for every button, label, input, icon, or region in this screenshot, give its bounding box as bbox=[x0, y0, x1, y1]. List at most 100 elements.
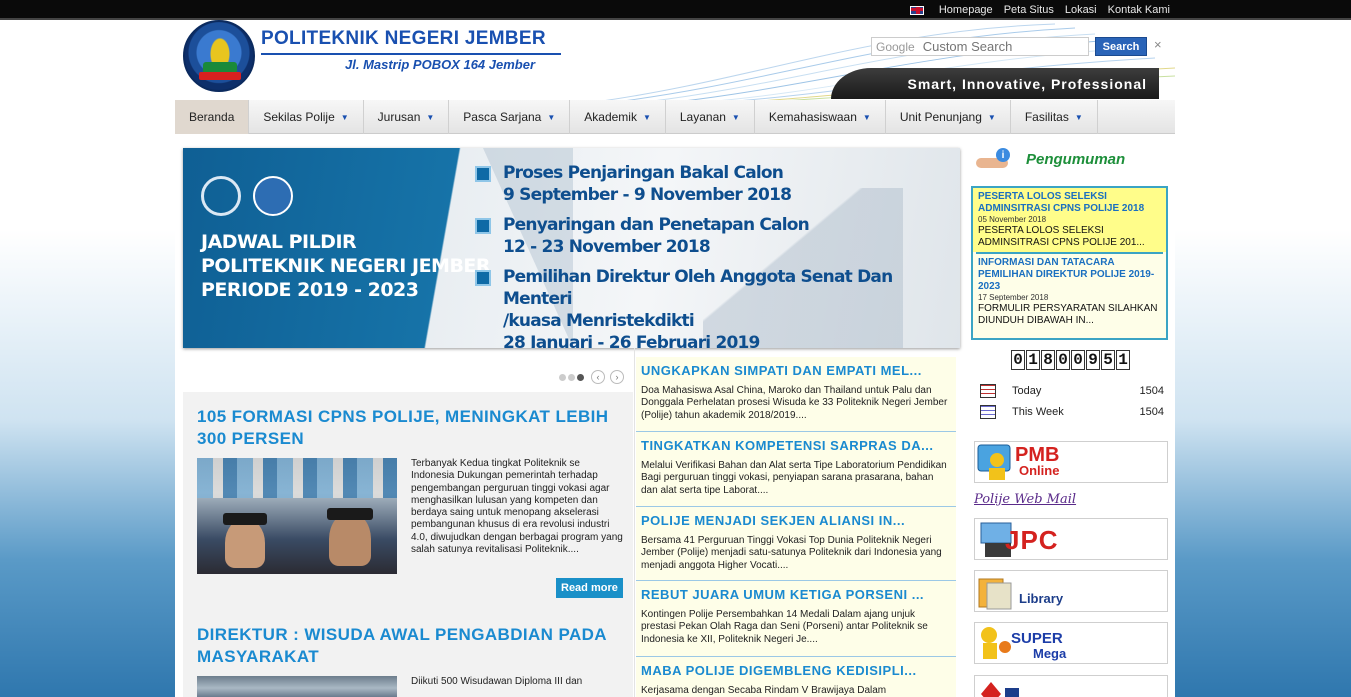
announcement-item-title[interactable]: PESERTA LOLOS SELEKSI ADMINSITRASI CPNS … bbox=[978, 191, 1161, 215]
prev-slide-icon[interactable]: ‹ bbox=[591, 370, 605, 384]
polije-logo-icon[interactable] bbox=[183, 20, 255, 92]
chevron-down-icon: ▼ bbox=[862, 112, 871, 122]
announcement-item-title[interactable]: INFORMASI DAN TATACARA PEMILIHAN DIREKTU… bbox=[978, 257, 1161, 293]
bullet-square-icon bbox=[475, 218, 491, 234]
top-bar: Homepage Peta Situs Lokasi Kontak Kami bbox=[0, 0, 1351, 20]
counter-digit: 5 bbox=[1101, 350, 1115, 370]
article-title[interactable]: 105 FORMASI CPNS POLIJE, MENINGKAT LEBIH… bbox=[197, 406, 633, 450]
main-nav: Beranda Sekilas Polije ▼ Jurusan ▼ Pasca S… bbox=[175, 100, 1175, 134]
location-link[interactable]: Lokasi bbox=[1065, 4, 1097, 16]
google-search-brand: Google bbox=[876, 39, 915, 54]
slider-dot[interactable] bbox=[559, 373, 566, 381]
chevron-down-icon: ▼ bbox=[1074, 112, 1083, 122]
news-excerpt: Bersama 41 Perguruan Tinggi Vokasi Top D… bbox=[641, 535, 942, 571]
bullet-square-icon bbox=[475, 166, 491, 182]
site-name: POLITEKNIK NEGERI JEMBER bbox=[261, 28, 546, 49]
announcement-title: Pengumuman bbox=[1026, 150, 1126, 168]
announcement-item-date: 05 November 2018 bbox=[978, 215, 1047, 224]
nav-label: Fasilitas bbox=[1024, 110, 1069, 124]
super-subtitle: Mega bbox=[1033, 646, 1067, 661]
top-links: Homepage Peta Situs Lokasi Kontak Kami bbox=[909, 4, 1170, 16]
article-excerpt: Diikuti 500 Wisudawan Diploma III dan bbox=[411, 676, 583, 687]
hero-slider[interactable]: JADWAL PILDIR POLITEKNIK NEGERI JEMBER P… bbox=[183, 148, 960, 348]
nav-item-sekilas-polije[interactable]: Sekilas Polije ▼ bbox=[249, 100, 364, 134]
nav-item-jurusan[interactable]: Jurusan ▼ bbox=[364, 100, 450, 134]
announcement-header: i Pengumuman bbox=[976, 148, 1125, 170]
nav-item-beranda[interactable]: Beranda bbox=[175, 100, 250, 134]
super-mega-text: SUPER Mega bbox=[1011, 631, 1066, 661]
nav-label: Jurusan bbox=[377, 110, 421, 124]
counter-digit: 1 bbox=[1026, 350, 1040, 370]
nav-label: Akademik bbox=[584, 110, 637, 124]
nav-label: Layanan bbox=[679, 110, 726, 124]
slider-logos bbox=[201, 176, 293, 216]
news-title[interactable]: TINGKATKAN KOMPETENSI SARPRAS DA... bbox=[641, 437, 950, 454]
nav-label: Unit Penunjang bbox=[899, 110, 982, 124]
featured-article: DIREKTUR : WISUDA AWAL PENGABDIAN PADA M… bbox=[197, 624, 633, 697]
counter-digit: 8 bbox=[1041, 350, 1055, 370]
news-excerpt: Doa Mahasiswa Asal China, Maroko dan Tha… bbox=[641, 385, 948, 421]
news-title[interactable]: UNGKAPKAN SIMPATI DAN EMPATI MEL... bbox=[641, 362, 950, 379]
english-flag-icon[interactable] bbox=[909, 5, 924, 15]
super-mega-banner[interactable]: SUPER Mega bbox=[974, 622, 1168, 664]
tagline: Smart, Innovative, Professional bbox=[831, 68, 1159, 99]
lpse-banner[interactable] bbox=[974, 675, 1168, 697]
news-title[interactable]: MABA POLIJE DIGEMBLENG KEDISIPLI... bbox=[641, 662, 950, 679]
chevron-down-icon: ▼ bbox=[340, 112, 349, 122]
main-container: JADWAL PILDIR POLITEKNIK NEGERI JEMBER P… bbox=[175, 134, 1175, 697]
pmb-online-banner[interactable]: PMB Online bbox=[974, 441, 1168, 483]
next-slide-icon[interactable]: › bbox=[610, 370, 624, 384]
search-button[interactable]: Search bbox=[1095, 37, 1147, 56]
homepage-link[interactable]: Homepage bbox=[939, 4, 993, 16]
announcement-item: PESERTA LOLOS SELEKSI ADMINSITRASI CPNS … bbox=[973, 188, 1166, 252]
announcement-item-date: 17 September 2018 bbox=[978, 293, 1049, 302]
photo-crowd-shape bbox=[197, 458, 397, 498]
news-title[interactable]: REBUT JUARA UMUM KETIGA PORSENI ... bbox=[641, 586, 950, 603]
slider-controls: ‹ › bbox=[559, 370, 624, 384]
announcement-item-text: FORMULIR PERSYARATAN SILAHKAN DIUNDUH DI… bbox=[978, 303, 1158, 326]
article-photo[interactable] bbox=[197, 458, 397, 574]
article-excerpt: Terbanyak Kedua tingkat Politeknik se In… bbox=[411, 458, 623, 556]
stat-label: This Week bbox=[1012, 405, 1064, 418]
super-title: SUPER bbox=[1011, 630, 1063, 647]
logo-book-shape bbox=[199, 72, 241, 80]
slider-title: JADWAL PILDIR POLITEKNIK NEGERI JEMBER P… bbox=[201, 230, 491, 302]
counter-digit: 1 bbox=[1116, 350, 1130, 370]
read-more-button[interactable]: Read more bbox=[556, 578, 623, 598]
search-input[interactable] bbox=[922, 39, 1073, 54]
slider-dot[interactable] bbox=[568, 373, 575, 381]
polije-logo-icon bbox=[253, 176, 293, 216]
nav-label: Sekilas Polije bbox=[263, 110, 335, 124]
counter-digit: 0 bbox=[1071, 350, 1085, 370]
schedule-item: Penyaringan dan Penetapan Calon 12 - 23 N… bbox=[475, 214, 960, 258]
pmb-subtitle: Online bbox=[1019, 463, 1060, 478]
stat-value: 1504 bbox=[1139, 405, 1164, 418]
article-photo[interactable] bbox=[197, 676, 397, 697]
nav-item-pasca-sarjana[interactable]: Pasca Sarjana ▼ bbox=[449, 100, 571, 134]
photo-person-shape bbox=[225, 518, 265, 568]
slider-title-line: PERIODE 2019 - 2023 bbox=[201, 279, 419, 301]
library-text: Library bbox=[1019, 591, 1064, 606]
news-title[interactable]: POLIJE MENJADI SEKJEN ALIANSI IN... bbox=[641, 512, 950, 529]
nav-label: Kemahasiswaan bbox=[768, 110, 857, 124]
chevron-down-icon: ▼ bbox=[426, 112, 435, 122]
counter-digit: 0 bbox=[1011, 350, 1025, 370]
clear-search-icon[interactable]: × bbox=[1154, 37, 1162, 52]
nav-item-layanan[interactable]: Layanan ▼ bbox=[666, 100, 755, 134]
kemristekdikti-logo-icon bbox=[201, 176, 241, 216]
site-address: Jl. Mastrip POBOX 164 Jember bbox=[345, 57, 536, 72]
nav-item-akademik[interactable]: Akademik ▼ bbox=[570, 100, 666, 134]
contact-link[interactable]: Kontak Kami bbox=[1108, 4, 1170, 16]
schedule-item: Proses Penjaringan Bakal Calon 9 Septembe… bbox=[475, 162, 960, 206]
news-item: UNGKAPKAN SIMPATI DAN EMPATI MEL... Doa … bbox=[636, 357, 956, 432]
nav-item-kemahasiswaan[interactable]: Kemahasiswaan ▼ bbox=[755, 100, 886, 134]
jpc-banner[interactable]: JPC bbox=[974, 518, 1168, 560]
slider-dot-active[interactable] bbox=[577, 373, 584, 381]
webmail-link[interactable]: Polije Web Mail bbox=[974, 492, 1076, 507]
nav-item-fasilitas[interactable]: Fasilitas ▼ bbox=[1011, 100, 1098, 134]
schedule-date: 9 September - 9 November 2018 bbox=[503, 185, 792, 205]
nav-item-unit-penunjang[interactable]: Unit Penunjang ▼ bbox=[886, 100, 1011, 134]
library-banner[interactable]: Library bbox=[974, 570, 1168, 612]
sitemap-link[interactable]: Peta Situs bbox=[1004, 4, 1054, 16]
article-title[interactable]: DIREKTUR : WISUDA AWAL PENGABDIAN PADA M… bbox=[197, 624, 633, 668]
